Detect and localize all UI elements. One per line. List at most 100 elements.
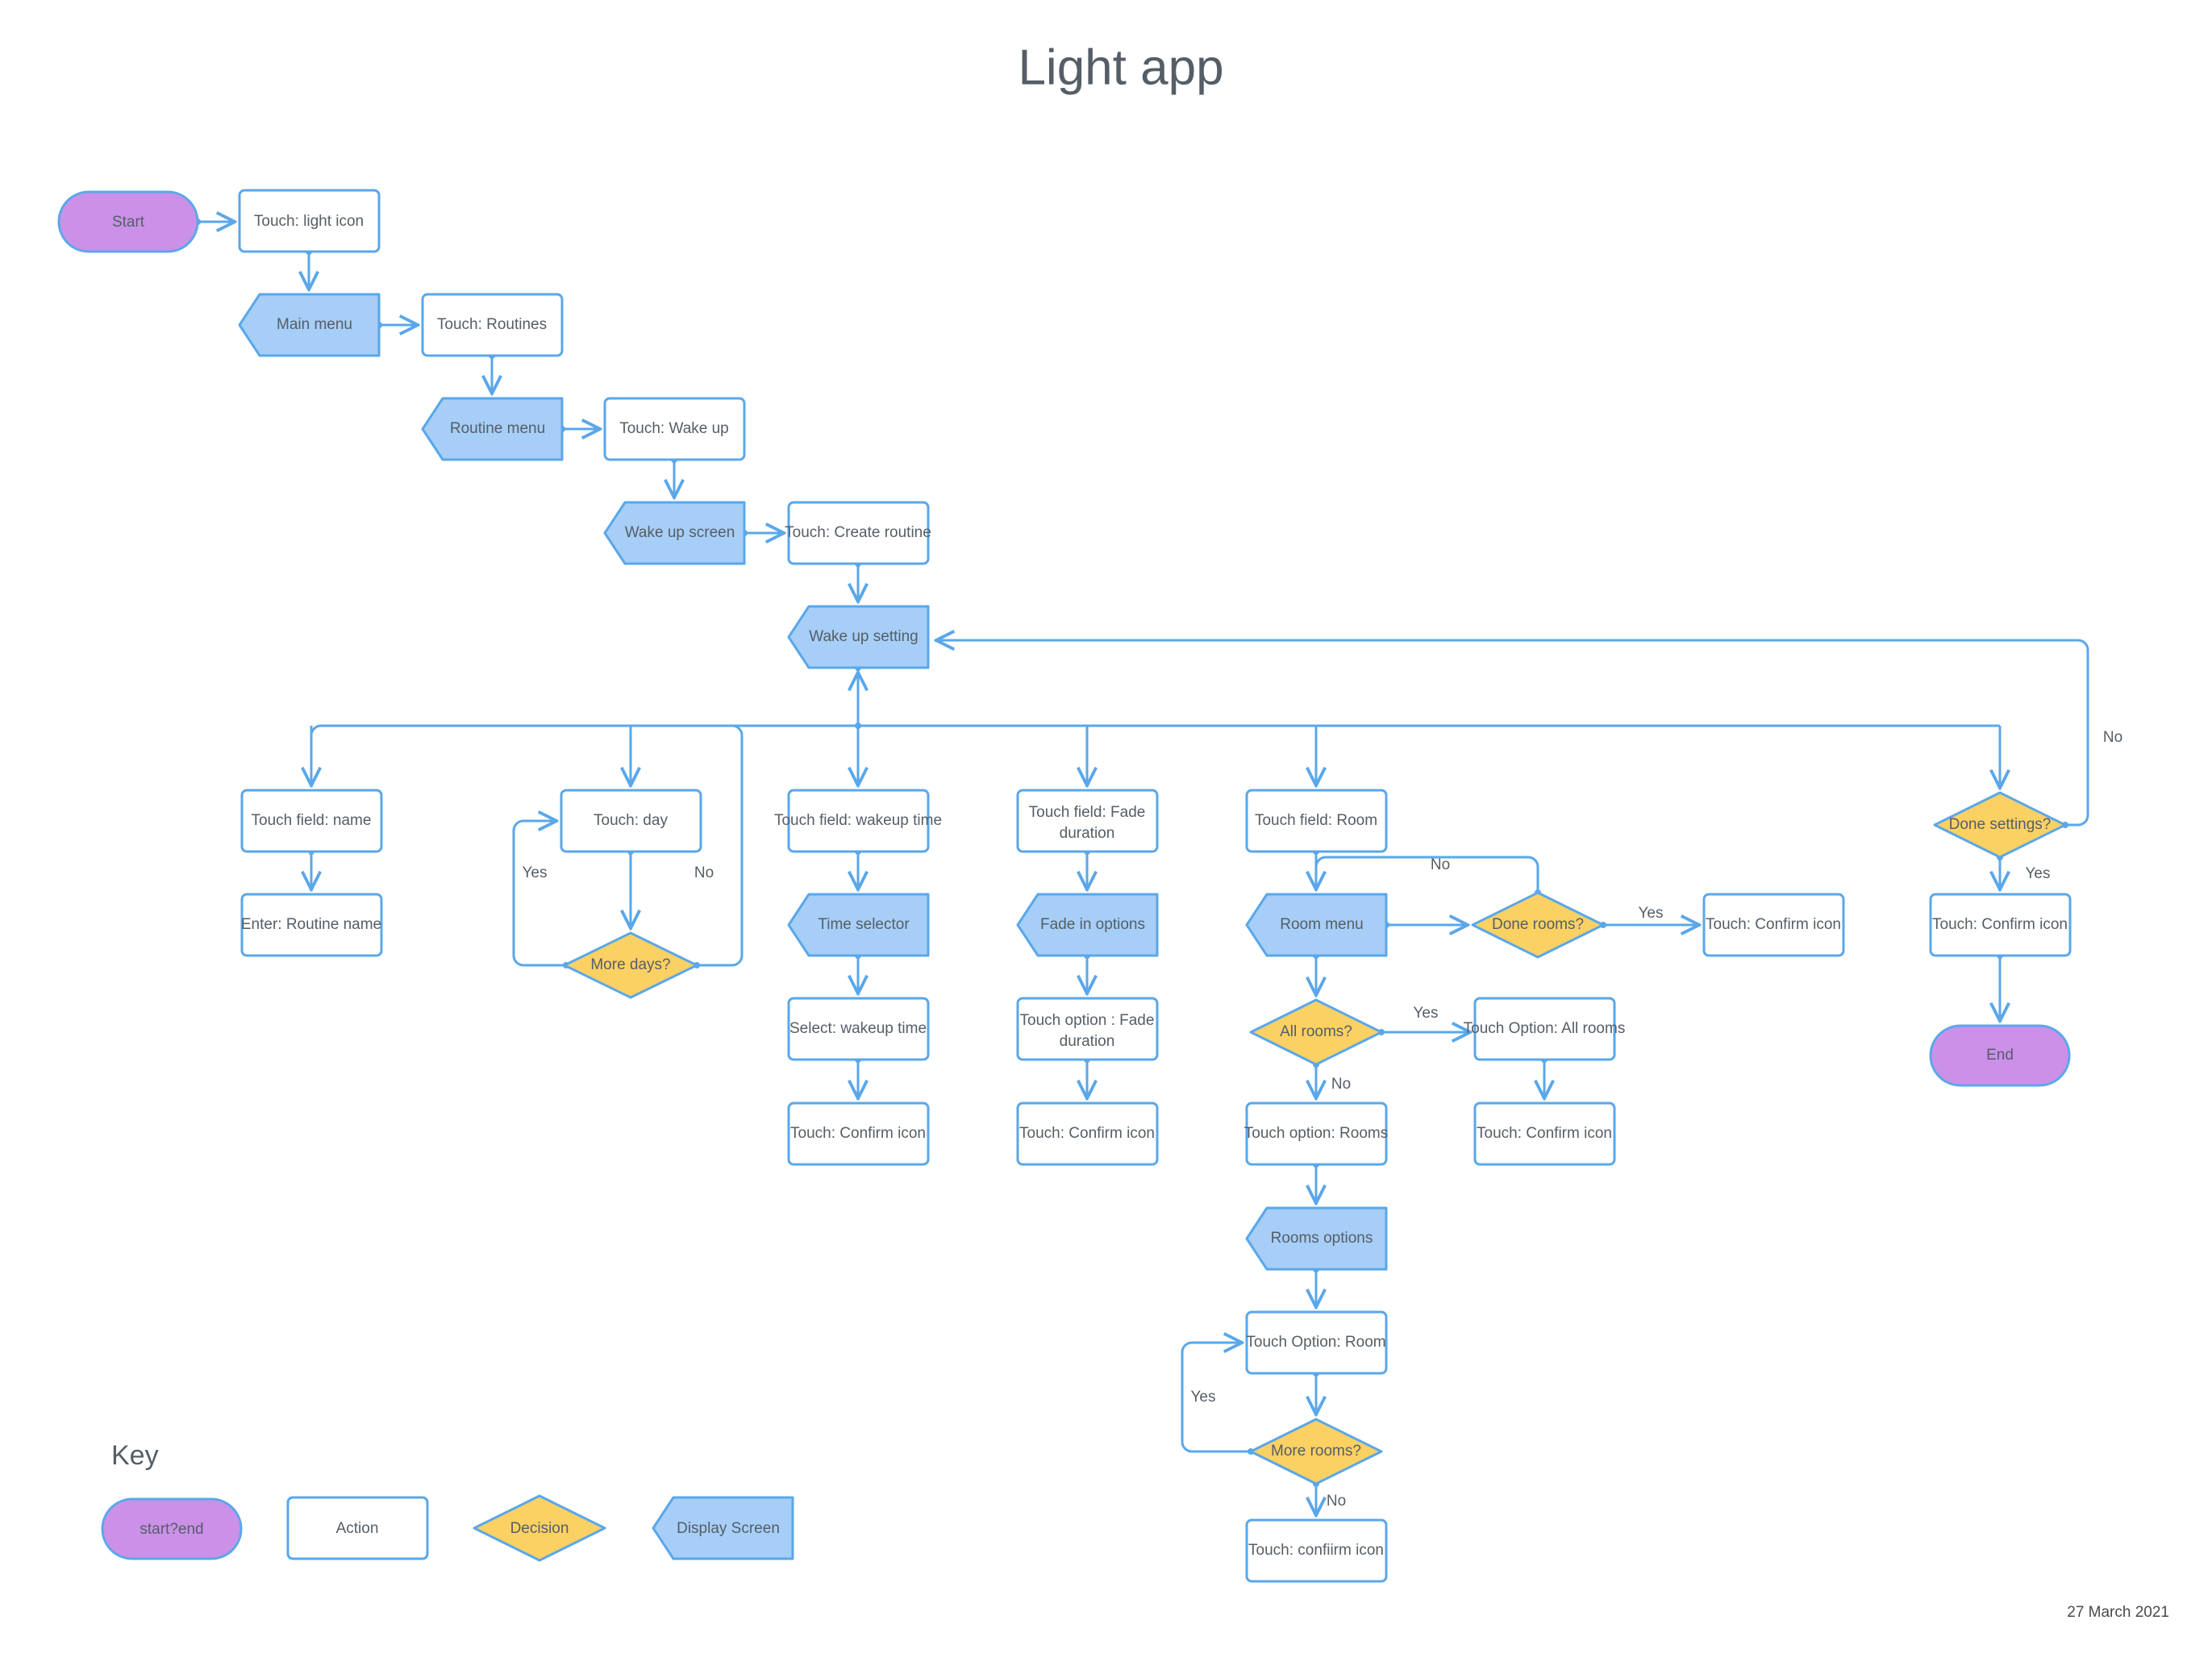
node-enter-routine-name[interactable]: Enter: Routine name [240,893,383,957]
node-label: Fade in options [1040,916,1145,933]
edge-label-more-rooms-yes: Yes [1191,1389,1216,1406]
node-label-line2: duration [1060,825,1115,842]
node-touch-create-routine[interactable]: Touch: Create routine [785,501,931,565]
node-touch-option-room[interactable]: Touch Option: Room [1245,1310,1388,1375]
node-label: Wake up screen [625,524,735,541]
node-label: Touch field: Room [1255,812,1377,829]
node-touch-option-rooms[interactable]: Touch option: Rooms [1244,1102,1389,1166]
legend-label-screen: Display Screen [677,1520,780,1537]
node-touch-light-icon[interactable]: Touch: light icon [238,189,381,253]
edge-done-rooms-no [1314,856,1539,893]
node-label: Touch: Confirm icon [1019,1125,1155,1142]
node-confirm-fade[interactable]: Touch: Confirm icon [1016,1102,1159,1166]
edge-label-done-rooms-no: No [1431,856,1450,873]
node-label: Touch: Wake up [619,420,729,437]
node-confirm-settings[interactable]: Touch: Confirm icon [1929,893,2072,957]
node-label: Touch option: Rooms [1244,1125,1389,1142]
node-more-days-decision[interactable]: More days? [563,931,698,999]
edge-more-days-no [697,724,744,967]
node-touch-option-all-rooms[interactable]: Touch Option: All rooms [1464,997,1626,1061]
node-label-line1: Touch option : Fade [1020,1012,1155,1029]
node-label-line1: Touch field: Fade [1029,804,1146,821]
node-label: Start [112,214,145,231]
node-time-selector[interactable]: Time selector [787,893,930,957]
node-touch-wake-up[interactable]: Touch: Wake up [603,397,746,461]
node-main-menu[interactable]: Main menu [238,293,381,357]
node-touch-routines[interactable]: Touch: Routines [421,293,564,357]
legend-item-screen: Display Screen [652,1496,794,1560]
node-wake-up-setting[interactable]: Wake up setting [787,605,930,669]
node-label: Touch: Confirm icon [790,1125,926,1142]
node-fade-in-options[interactable]: Fade in options [1016,893,1159,957]
legend-label-action: Action [336,1520,379,1537]
node-label: More rooms? [1271,1443,1361,1460]
node-label: Time selector [818,916,910,933]
node-done-rooms-decision[interactable]: Done rooms? [1471,891,1605,959]
legend: Key start?end Action Decision Display Sc… [101,1440,794,1562]
node-label: Main menu [277,316,352,333]
node-label: Wake up setting [809,628,919,645]
edge-label-done-rooms-yes: Yes [1639,905,1664,922]
edge-more-days-yes [512,821,566,967]
legend-item-terminal: start?end [101,1497,243,1560]
node-label: Touch: Confirm icon [1477,1125,1612,1142]
node-label: Touch: confiirm icon [1248,1542,1384,1559]
node-room-menu[interactable]: Room menu [1245,893,1388,957]
node-label: Done rooms? [1492,916,1584,933]
node-label: Rooms options [1271,1230,1373,1247]
node-wake-up-screen[interactable]: Wake up screen [603,501,746,565]
node-rooms-options[interactable]: Rooms options [1245,1206,1388,1271]
node-label: Room menu [1280,916,1364,933]
node-label: Touch: Routines [437,316,547,333]
node-confirm-rooms-final[interactable]: Touch: confiirm icon [1245,1518,1388,1583]
page-title: Light app [1018,40,1223,95]
node-label-line2: duration [1060,1033,1115,1050]
legend-item-action: Action [286,1496,429,1560]
node-touch-field-name[interactable]: Touch field: name [240,789,383,853]
node-label: Touch field: name [252,812,372,829]
node-touch-field-room[interactable]: Touch field: Room [1245,789,1388,853]
node-label: Enter: Routine name [241,916,381,933]
node-label: Touch: light icon [254,213,364,230]
node-done-settings-decision[interactable]: Done settings? [1933,791,2067,859]
node-start[interactable]: Start [57,190,199,253]
edge-label-all-rooms-yes: Yes [1414,1005,1439,1022]
edge-bus-horizontal [310,724,2000,736]
flowchart-svg: Light app Start Touch: light icon Main m… [57,40,2169,1621]
node-label: Done settings? [1949,816,2052,833]
edge-label-more-days-no: No [694,864,714,881]
node-touch-field-fade-duration[interactable]: Touch field: Fade duration [1016,789,1159,853]
edge-label-all-rooms-no: No [1331,1076,1351,1093]
node-label: Touch Option: Room [1246,1334,1385,1351]
node-label: Touch: Confirm icon [1932,916,2068,933]
node-routine-menu[interactable]: Routine menu [421,397,564,461]
edge-label-done-settings-no: No [2103,729,2122,746]
node-label: End [1986,1047,2014,1064]
node-touch-option-fade-duration[interactable]: Touch option : Fade duration [1016,997,1159,1061]
node-label: Touch field: wakeup time [774,812,942,829]
edge-label-more-days-yes: Yes [523,864,548,881]
node-label: Touch: Create routine [785,524,931,541]
node-label: Touch Option: All rooms [1464,1020,1626,1037]
node-label: More days? [590,956,670,973]
legend-label-terminal: start?end [140,1521,203,1538]
date-stamp: 27 March 2021 [2067,1604,2169,1621]
legend-heading: Key [111,1440,159,1471]
node-confirm-wakeup-time[interactable]: Touch: Confirm icon [787,1102,930,1166]
node-touch-day[interactable]: Touch: day [560,789,702,853]
node-label: Touch: day [594,812,668,829]
edge-label-done-settings-yes: Yes [2026,865,2051,882]
node-label: Touch: Confirm icon [1706,916,1841,933]
node-select-wakeup-time[interactable]: Select: wakeup time [787,997,930,1061]
node-confirm-done-rooms[interactable]: Touch: Confirm icon [1702,893,1845,957]
node-label: Routine menu [450,420,545,437]
flowchart-canvas: Light app Start Touch: light icon Main m… [0,0,2212,1666]
node-all-rooms-decision[interactable]: All rooms? [1249,998,1383,1066]
nodes-layer: Start Touch: light icon Main menu Touch:… [57,189,2072,1583]
edge-label-more-rooms-no: No [1327,1493,1346,1510]
node-end[interactable]: End [1929,1024,2071,1087]
legend-label-decision: Decision [510,1520,569,1537]
node-confirm-all-rooms[interactable]: Touch: Confirm icon [1473,1102,1616,1166]
node-more-rooms-decision[interactable]: More rooms? [1249,1418,1383,1485]
node-touch-field-wakeup-time[interactable]: Touch field: wakeup time [774,789,942,853]
